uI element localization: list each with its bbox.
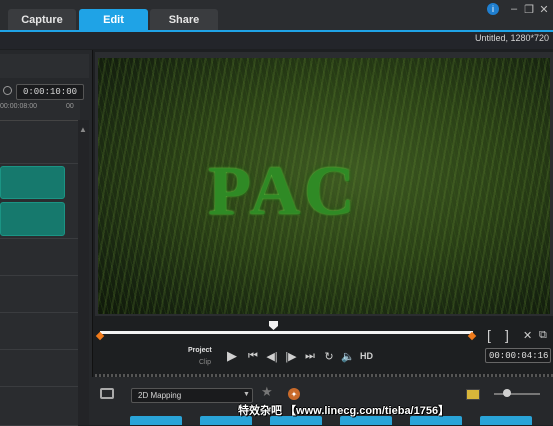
to-end-icon[interactable]: ⏭ xyxy=(302,349,318,363)
timeline-clip[interactable] xyxy=(0,166,65,199)
next-frame-icon[interactable]: |▶ xyxy=(283,349,299,363)
help-icon[interactable]: i xyxy=(487,3,499,15)
tab-share[interactable]: Share xyxy=(150,9,218,30)
mark-out-icon[interactable]: ] xyxy=(505,327,509,343)
library-thumbnail[interactable] xyxy=(130,416,182,425)
thumbnail-size-slider[interactable] xyxy=(494,393,540,395)
scrub-bar[interactable] xyxy=(100,331,473,334)
project-info: Untitled, 1280*720 xyxy=(474,33,549,43)
track-row[interactable] xyxy=(0,313,78,350)
tab-edit-label: Edit xyxy=(103,13,124,26)
library-thumbnail[interactable] xyxy=(480,416,532,425)
watermark-text: 特效杂吧 【www.linecg.com/tieba/1756】 xyxy=(238,405,450,417)
status-bar xyxy=(0,32,553,49)
minimize-icon[interactable]: – xyxy=(507,3,521,15)
track-row[interactable] xyxy=(0,387,78,426)
ruler-label: 00 xyxy=(66,103,74,110)
track-row[interactable] xyxy=(0,276,78,313)
clock-icon xyxy=(3,86,12,95)
mode-project[interactable]: Project xyxy=(188,347,212,354)
download-icon[interactable]: ✦ xyxy=(288,388,300,400)
mode-clip[interactable]: Clip xyxy=(199,359,211,366)
mark-in-icon[interactable]: [ xyxy=(487,327,491,343)
tab-edit[interactable]: Edit xyxy=(79,9,148,30)
play-icon[interactable]: ▶ xyxy=(224,348,240,363)
star-icon[interactable]: ★ xyxy=(261,384,273,400)
repeat-icon[interactable]: ↻ xyxy=(321,349,337,363)
track-row[interactable] xyxy=(0,239,78,276)
film-icon[interactable] xyxy=(100,388,114,399)
chevron-down-icon[interactable]: ▼ xyxy=(243,391,250,398)
timeline-clip[interactable] xyxy=(0,202,65,236)
track-row[interactable] xyxy=(0,121,78,164)
hd-toggle[interactable]: HD xyxy=(360,351,373,361)
playhead-handle[interactable] xyxy=(269,321,278,330)
preview-timecode[interactable]: 00:00:04:16 xyxy=(485,348,551,363)
track-row[interactable] xyxy=(0,350,78,387)
slider-handle[interactable] xyxy=(503,389,511,397)
ruler-label: 00:00:08:00 xyxy=(0,103,37,110)
split-icon[interactable]: ✕ xyxy=(523,329,532,342)
prev-frame-icon[interactable]: ◀| xyxy=(264,349,280,363)
restore-icon[interactable]: ❐ xyxy=(522,3,536,16)
preview-title-text: PAC xyxy=(208,153,359,230)
timeline-toolbar xyxy=(0,54,89,78)
to-start-icon[interactable]: ⏮ xyxy=(245,349,261,363)
library-filter-select[interactable]: 2D Mapping xyxy=(131,388,253,403)
scroll-up-icon[interactable]: ▲ xyxy=(79,125,87,134)
timeline-scrollbar[interactable] xyxy=(78,120,89,425)
fx-icon[interactable] xyxy=(466,389,480,400)
mark-out-marker[interactable] xyxy=(467,331,477,341)
volume-icon[interactable]: 🔈 xyxy=(340,349,356,363)
close-icon[interactable]: ✕ xyxy=(537,3,551,16)
tab-capture[interactable]: Capture xyxy=(8,9,76,30)
tab-capture-label: Capture xyxy=(21,13,63,26)
tab-share-label: Share xyxy=(168,13,200,26)
timeline-timecode[interactable]: 0:00:10:00 xyxy=(16,84,84,100)
snapshot-icon[interactable]: ⧉ xyxy=(539,329,547,342)
